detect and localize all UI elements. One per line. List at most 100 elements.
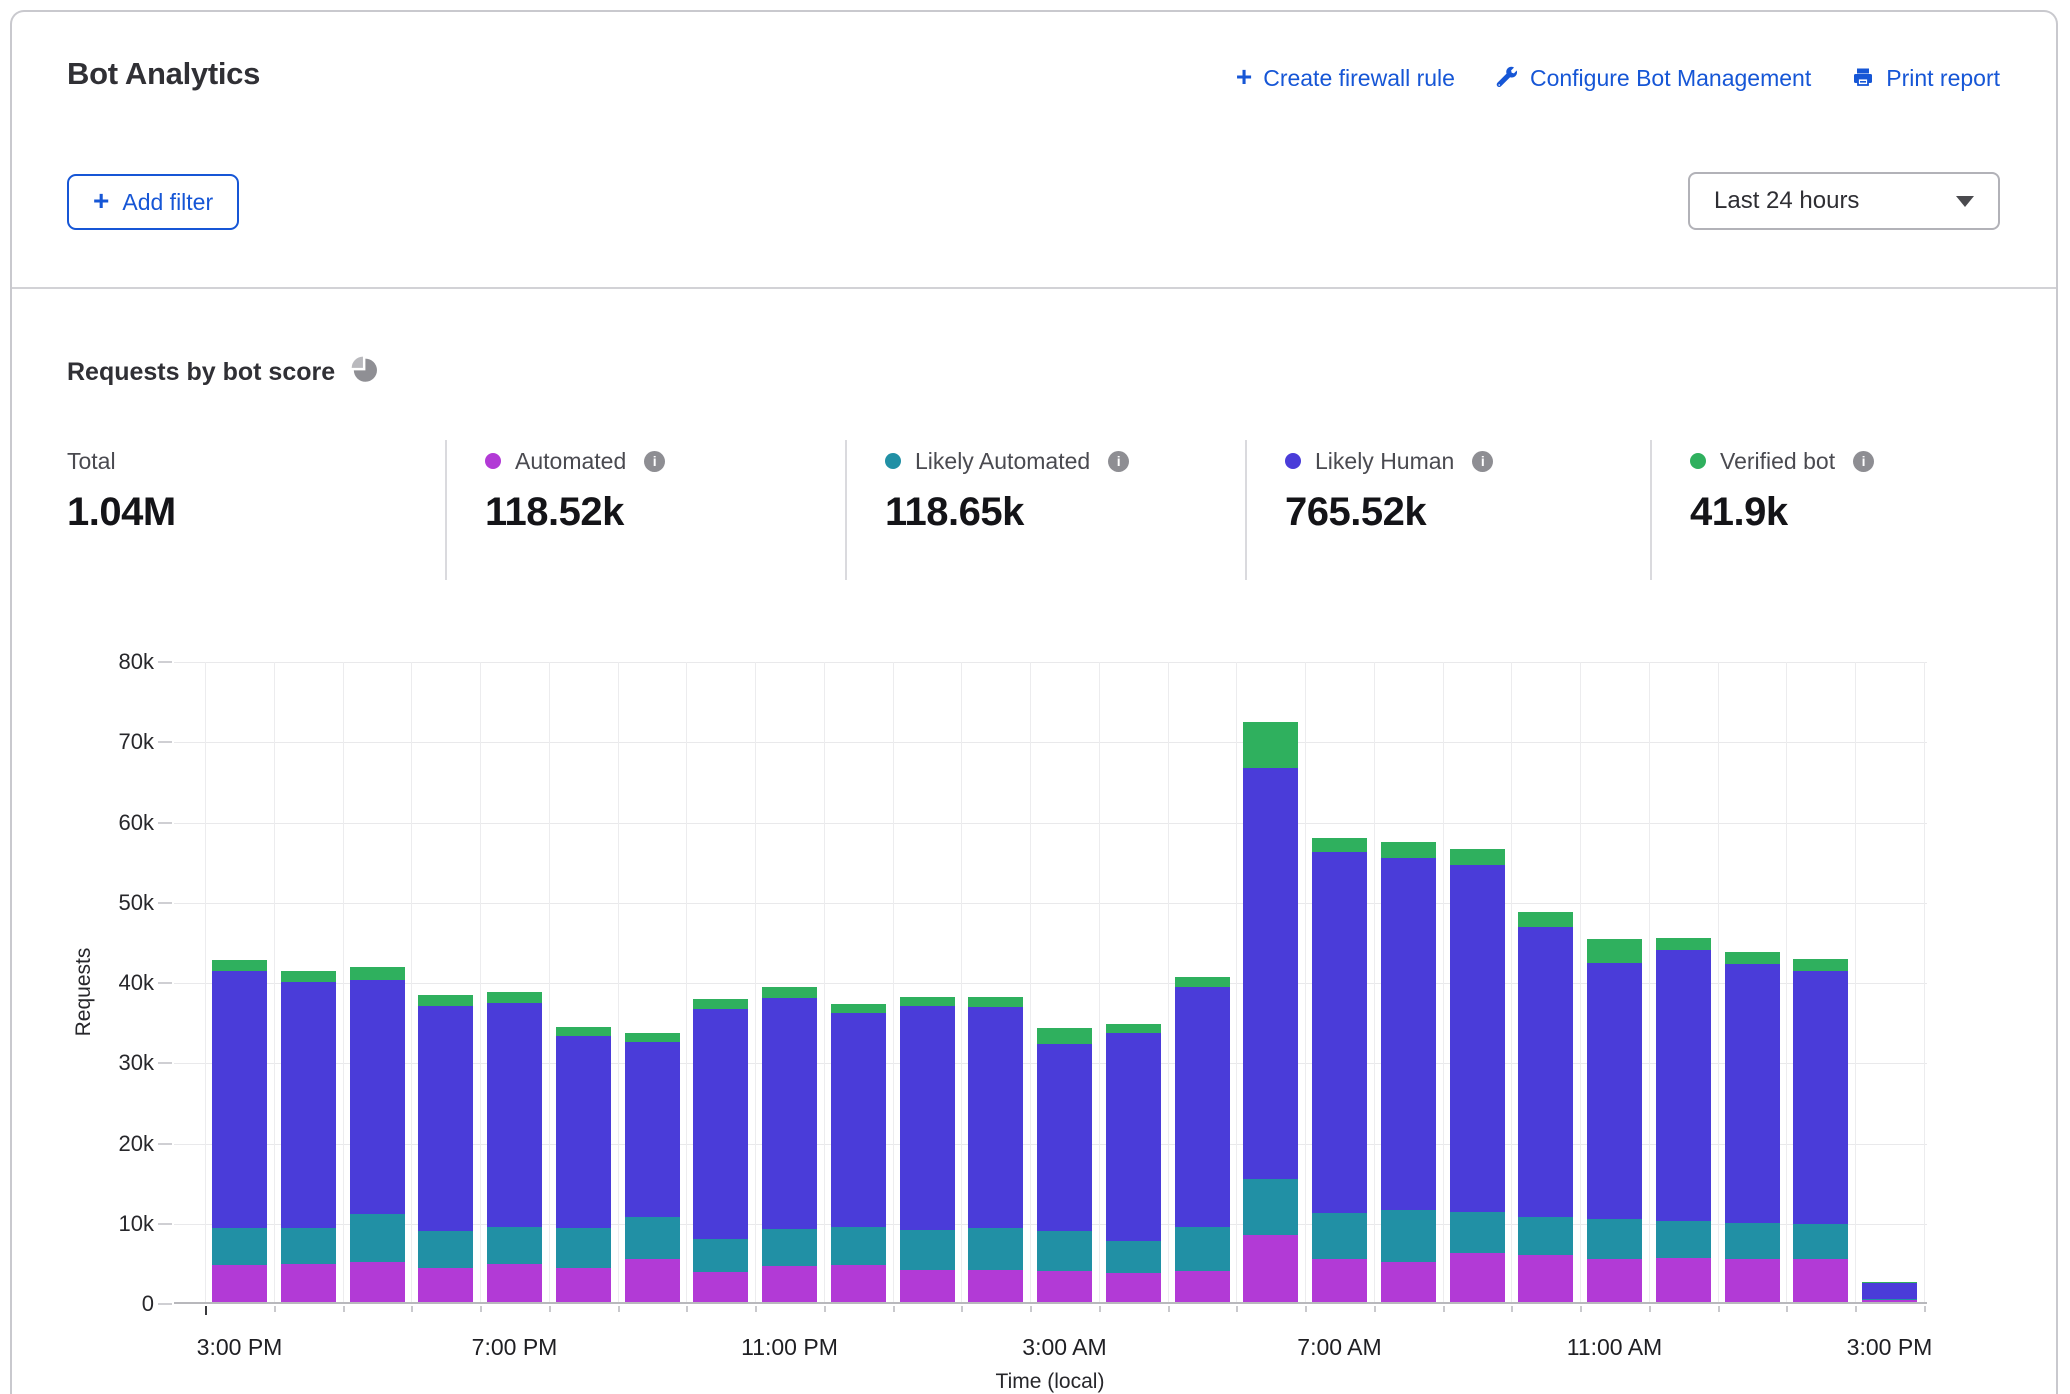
stacked-bar[interactable]: [1656, 662, 1711, 1302]
bar-segment-likely-human: [693, 1009, 748, 1239]
bar-segment-verified-bot: [1106, 1024, 1161, 1034]
printer-icon: [1851, 66, 1875, 90]
stacked-bar[interactable]: [487, 662, 542, 1302]
bar-segment-likely-automated: [1106, 1241, 1161, 1273]
y-tick-label: 40k: [24, 970, 154, 996]
stacked-bar[interactable]: [831, 662, 886, 1302]
stacked-bar[interactable]: [693, 662, 748, 1302]
stacked-bar[interactable]: [1037, 662, 1092, 1302]
y-tick: [158, 1143, 172, 1145]
info-icon[interactable]: i: [1108, 451, 1129, 472]
v-gridline: [824, 662, 825, 1302]
bar-segment-automated: [1243, 1235, 1298, 1302]
bar-segment-likely-human: [1587, 963, 1642, 1220]
bar-segment-verified-bot: [1450, 849, 1505, 864]
time-range-value: Last 24 hours: [1714, 187, 1956, 215]
v-gridline: [893, 662, 894, 1302]
stacked-bar[interactable]: [1862, 662, 1917, 1302]
bar-segment-automated: [350, 1262, 405, 1302]
bar-segment-automated: [1725, 1259, 1780, 1302]
x-tick: [1030, 1306, 1032, 1312]
bar-segment-likely-automated: [1381, 1210, 1436, 1262]
bar-segment-verified-bot: [693, 999, 748, 1009]
bar-segment-verified-bot: [556, 1027, 611, 1036]
stacked-bar[interactable]: [556, 662, 611, 1302]
x-tick-label: 3:00 PM: [140, 1334, 340, 1361]
bar-segment-automated: [556, 1268, 611, 1303]
x-tick: [1099, 1306, 1101, 1312]
y-tick-label: 0: [24, 1291, 154, 1317]
stat-value: 1.04M: [67, 490, 445, 535]
info-icon[interactable]: i: [644, 451, 665, 472]
bar-segment-verified-bot: [418, 995, 473, 1006]
v-gridline: [549, 662, 550, 1302]
y-tick-label: 70k: [24, 729, 154, 755]
info-icon[interactable]: i: [1472, 451, 1493, 472]
stacked-bar[interactable]: [281, 662, 336, 1302]
stacked-bar[interactable]: [968, 662, 1023, 1302]
time-range-select[interactable]: Last 24 hours: [1688, 172, 2000, 230]
stacked-bar[interactable]: [1106, 662, 1161, 1302]
bar-segment-likely-human: [900, 1006, 955, 1230]
stacked-bar[interactable]: [625, 662, 680, 1302]
stacked-bar[interactable]: [1381, 662, 1436, 1302]
x-tick: [618, 1306, 620, 1312]
v-gridline: [686, 662, 687, 1302]
stacked-bar[interactable]: [1450, 662, 1505, 1302]
x-tick: [1511, 1306, 1513, 1312]
configure-bot-management-link[interactable]: Configure Bot Management: [1495, 65, 1811, 92]
stacked-bar[interactable]: [762, 662, 817, 1302]
x-tick: [343, 1306, 345, 1312]
x-tick: [1580, 1306, 1582, 1312]
bar-segment-verified-bot: [1175, 977, 1230, 987]
bar-segment-verified-bot: [1312, 838, 1367, 852]
stacked-bar[interactable]: [212, 662, 267, 1302]
plot-area[interactable]: [174, 662, 1927, 1304]
stacked-bar[interactable]: [350, 662, 405, 1302]
bar-segment-automated: [762, 1266, 817, 1302]
bar-segment-verified-bot: [900, 997, 955, 1006]
bar-segment-automated: [900, 1270, 955, 1302]
stacked-bar[interactable]: [1518, 662, 1573, 1302]
stacked-bar[interactable]: [900, 662, 955, 1302]
plus-icon: +: [93, 187, 109, 215]
add-filter-button[interactable]: + Add filter: [67, 174, 239, 230]
bar-segment-automated: [1793, 1259, 1848, 1302]
bar-segment-automated: [1862, 1300, 1917, 1302]
stacked-bar[interactable]: [418, 662, 473, 1302]
stacked-bar[interactable]: [1312, 662, 1367, 1302]
x-tick: [411, 1306, 413, 1312]
bar-segment-likely-human: [212, 971, 267, 1229]
page-title: Bot Analytics: [67, 56, 260, 92]
bar-segment-likely-automated: [281, 1228, 336, 1264]
stat-value: 118.65k: [885, 490, 1245, 535]
stacked-bar[interactable]: [1175, 662, 1230, 1302]
bar-segment-automated: [1381, 1262, 1436, 1302]
stacked-bar[interactable]: [1243, 662, 1298, 1302]
y-tick-label: 20k: [24, 1131, 154, 1157]
bar-segment-verified-bot: [625, 1033, 680, 1042]
x-tick: [1305, 1306, 1307, 1312]
v-gridline: [1168, 662, 1169, 1302]
bar-segment-likely-human: [1518, 927, 1573, 1217]
stat-likely-human: Likely Human i 765.52k: [1245, 440, 1650, 580]
stacked-bar[interactable]: [1725, 662, 1780, 1302]
x-tick: [824, 1306, 826, 1312]
bar-segment-automated: [625, 1259, 680, 1302]
section-title-row: Requests by bot score: [67, 356, 378, 388]
create-firewall-rule-link[interactable]: + Create firewall rule: [1236, 64, 1455, 92]
bar-segment-verified-bot: [1656, 938, 1711, 950]
y-tick: [158, 1062, 172, 1064]
v-gridline: [618, 662, 619, 1302]
y-tick-label: 50k: [24, 890, 154, 916]
bar-segment-likely-automated: [968, 1228, 1023, 1270]
stacked-bar[interactable]: [1793, 662, 1848, 1302]
stacked-bar[interactable]: [1587, 662, 1642, 1302]
y-tick-label: 80k: [24, 649, 154, 675]
bar-segment-likely-automated: [1862, 1299, 1917, 1300]
v-gridline: [1374, 662, 1375, 1302]
info-icon[interactable]: i: [1853, 451, 1874, 472]
print-report-link[interactable]: Print report: [1851, 65, 2000, 92]
x-tick-label: 11:00 AM: [1515, 1334, 1715, 1361]
y-tick: [158, 741, 172, 743]
